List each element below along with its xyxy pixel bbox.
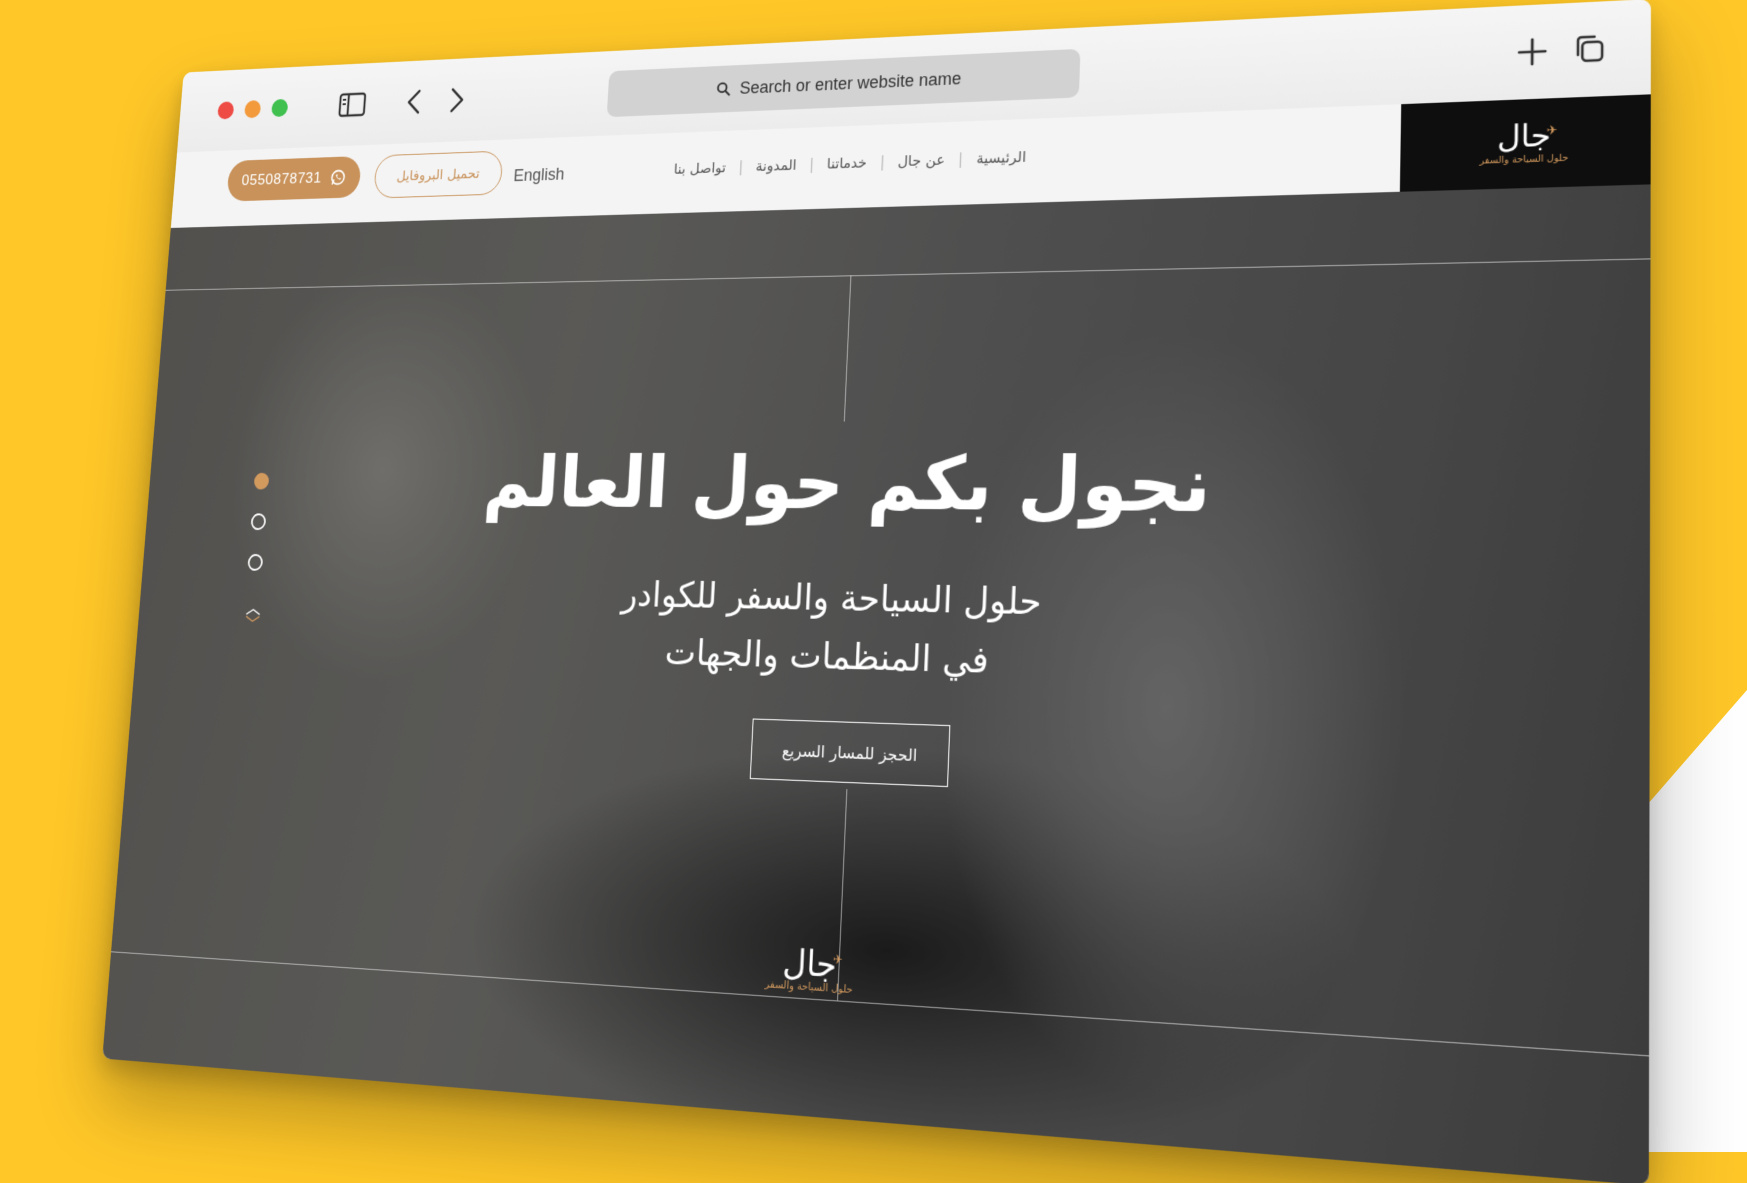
hero-section: ︿ ﹀ نجول بكم حول العالم حلول السياحة وال… <box>102 184 1650 1183</box>
logo-wordmark: جال <box>1497 118 1551 156</box>
download-profile-label: تحميل البروفايل <box>396 165 480 184</box>
whatsapp-phone-button[interactable]: 0550878731 <box>226 156 361 202</box>
hero-logo-wordmark: جال <box>782 942 838 987</box>
nav-item-blog[interactable]: المدونة <box>755 156 797 174</box>
logo-mark: جال ✈ حلول السياحة والسفر <box>1479 120 1568 166</box>
plus-icon[interactable] <box>1510 30 1554 73</box>
logo-tagline: حلول السياحة والسفر <box>1479 154 1568 167</box>
browser-window: Search or enter website name جال ✈ حلول … <box>102 0 1651 1183</box>
nav-item-about[interactable]: عن جال <box>897 151 945 170</box>
tabs-overview-icon[interactable] <box>1567 28 1611 71</box>
language-switch-link[interactable]: English <box>513 165 565 186</box>
site-logo[interactable]: جال ✈ حلول السياحة والسفر <box>1400 94 1651 191</box>
airplane-icon: ✈ <box>1546 115 1557 146</box>
phone-number: 0550878731 <box>241 169 322 190</box>
download-profile-button[interactable]: تحميل البروفايل <box>373 151 503 199</box>
zoom-window-button[interactable] <box>271 99 288 117</box>
close-window-button[interactable] <box>217 101 234 119</box>
whatsapp-icon <box>329 168 347 186</box>
address-bar-placeholder: Search or enter website name <box>739 68 962 98</box>
nav-separator: | <box>809 156 814 173</box>
hero-logo-text: جال ✈ <box>782 947 837 982</box>
back-chevron-icon[interactable] <box>397 83 433 120</box>
minimize-window-button[interactable] <box>244 100 261 118</box>
nav-separator: | <box>738 158 743 175</box>
airplane-icon: ✈ <box>832 944 843 976</box>
search-icon <box>716 81 731 97</box>
sidebar-toggle-icon[interactable] <box>335 86 370 123</box>
fast-track-booking-label: الحجز للمسار السريع <box>782 740 918 764</box>
hero-title: نجول بكم حول العالم <box>147 440 1650 534</box>
nav-item-home[interactable]: الرئيسية <box>976 148 1026 167</box>
nav-separator: | <box>958 150 964 168</box>
logo-text: جال ✈ <box>1497 121 1551 154</box>
address-bar[interactable]: Search or enter website name <box>607 49 1081 117</box>
nav-separator: | <box>880 153 885 170</box>
main-nav: الرئيسية | عن جال | خدماتنا | المدونة | … <box>673 148 1026 177</box>
forward-chevron-icon[interactable] <box>438 81 474 119</box>
fast-track-booking-button[interactable]: الحجز للمسار السريع <box>750 718 951 787</box>
nav-item-contact[interactable]: تواصل بنا <box>673 159 726 178</box>
stage: Search or enter website name جال ✈ حلول … <box>0 0 1747 1152</box>
nav-item-services[interactable]: خدماتنا <box>827 154 868 173</box>
